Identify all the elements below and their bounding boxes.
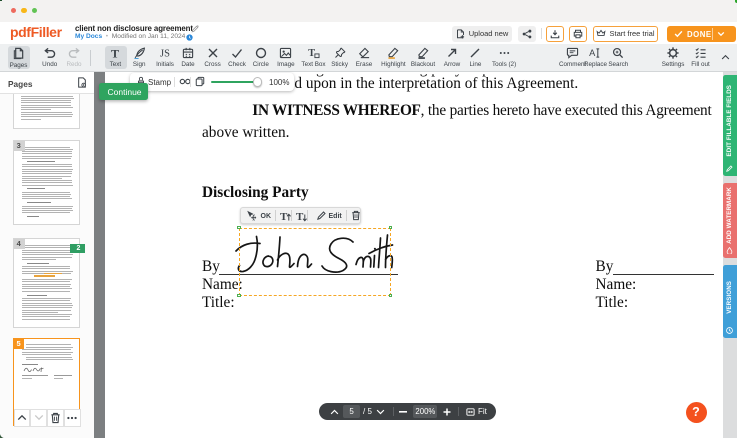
- svg-text:T: T: [296, 211, 304, 222]
- svg-text:T: T: [280, 211, 288, 222]
- svg-text:A: A: [589, 48, 596, 58]
- svg-text:T: T: [308, 48, 315, 59]
- svg-text:T: T: [111, 47, 119, 59]
